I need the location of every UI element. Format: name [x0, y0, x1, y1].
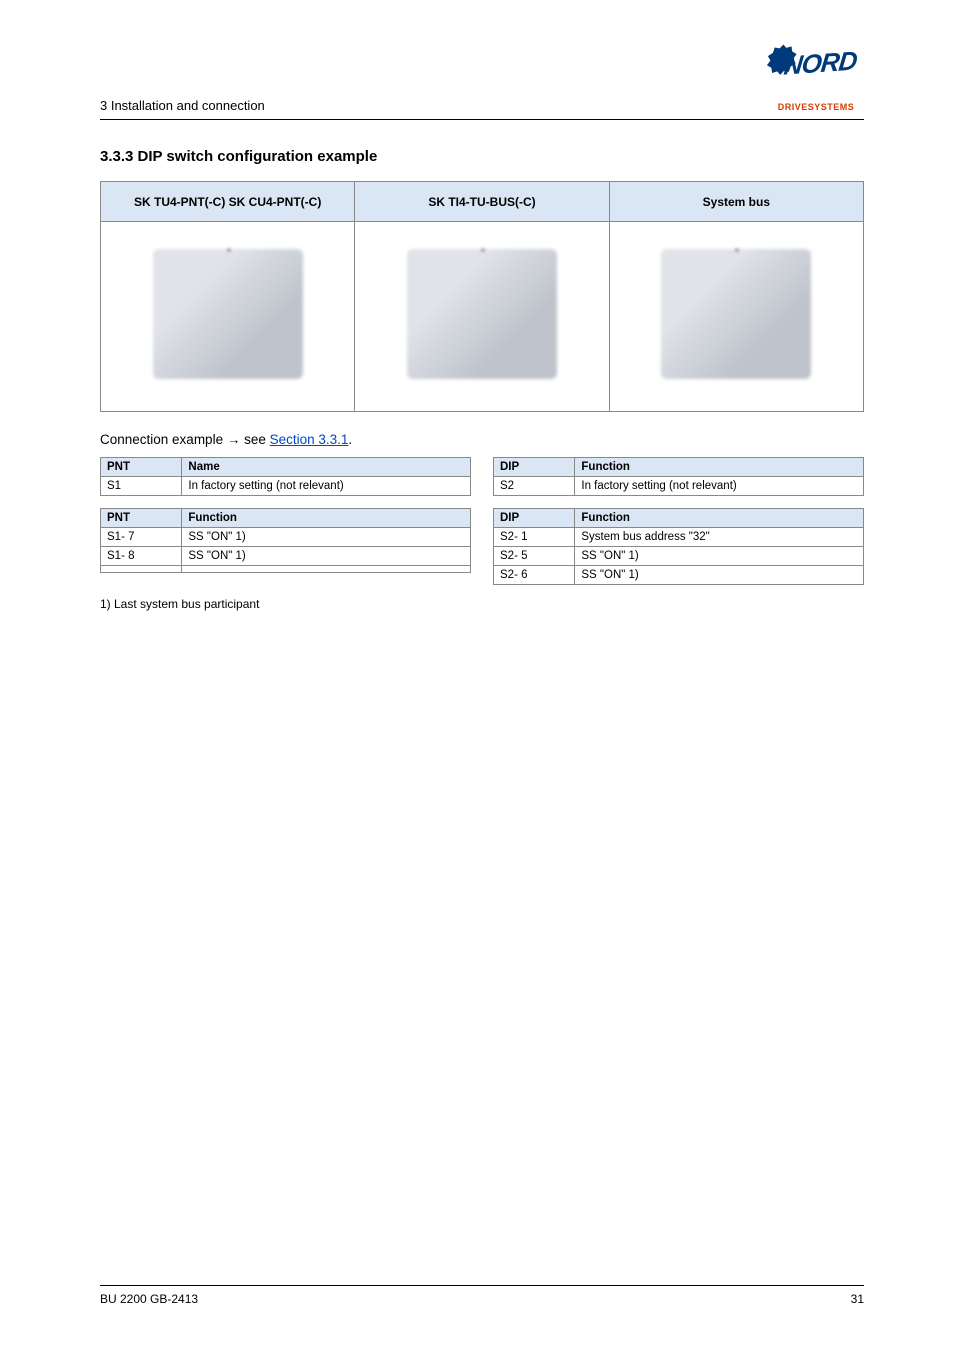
table-row: S1- 8 SS "ON" 1) [101, 547, 471, 566]
table-row: S2- 5 SS "ON" 1) [494, 547, 864, 566]
cell: SS "ON" 1) [182, 528, 471, 547]
cell: S1- 7 [101, 528, 182, 547]
product-image-1 [153, 249, 303, 379]
footnote: 1) Last system bus participant [100, 597, 864, 611]
cell: SS "ON" 1) [575, 566, 864, 585]
divider [100, 1285, 864, 1286]
product-image-table: SK TU4-PNT(-C) SK CU4-PNT(-C) SK TI4-TU-… [100, 181, 864, 412]
pin-cell-3 [609, 222, 863, 412]
dip-table-right-2: DIP Function S2- 1 System bus address "3… [493, 508, 864, 585]
th-function: Function [575, 509, 864, 528]
cell: S1- 8 [101, 547, 182, 566]
cell: In factory setting (not relevant) [575, 477, 864, 496]
cell: SS "ON" 1) [575, 547, 864, 566]
th-dip: DIP [494, 509, 575, 528]
dip-table-left-1: PNT Name S1 In factory setting (not rele… [100, 457, 471, 496]
th-pnt: PNT [101, 509, 182, 528]
brand-logo: NORD DRIVESYSTEMS [768, 40, 864, 112]
cell: In factory setting (not relevant) [182, 477, 471, 496]
th-pnt: PNT [101, 458, 182, 477]
divider [100, 119, 864, 120]
intro-suffix: . [348, 432, 352, 447]
pin-header-1: SK TU4-PNT(-C) SK CU4-PNT(-C) [101, 182, 355, 222]
page-footer: BU 2200 GB-2413 31 [100, 1285, 864, 1306]
intro-prefix: Connection example → see [100, 432, 270, 447]
section-title: 3.3.3 DIP switch configuration example [100, 148, 864, 165]
pin-header-3: System bus [609, 182, 863, 222]
th-function: Function [182, 509, 471, 528]
dip-table-left-2: PNT Function S1- 7 SS "ON" 1) S1- 8 SS "… [100, 508, 471, 573]
dip-table-right-1: DIP Function S2 In factory setting (not … [493, 457, 864, 496]
table-row: S1- 7 SS "ON" 1) [101, 528, 471, 547]
cell [101, 566, 182, 573]
table-row: S1 In factory setting (not relevant) [101, 477, 471, 496]
cell: S2 [494, 477, 575, 496]
cell [182, 566, 471, 573]
product-image-3 [661, 249, 811, 379]
pin-header-2: SK TI4-TU-BUS(-C) [355, 182, 609, 222]
pin-cell-1 [101, 222, 355, 412]
logo-text: NORD [782, 45, 858, 81]
cell: S2- 5 [494, 547, 575, 566]
cell: SS "ON" 1) [182, 547, 471, 566]
table-row [101, 566, 471, 573]
intro-text: Connection example → see Section 3.3.1. [100, 432, 864, 447]
th-dip: DIP [494, 458, 575, 477]
cell: S2- 6 [494, 566, 575, 585]
cell: S2- 1 [494, 528, 575, 547]
product-image-2 [407, 249, 557, 379]
th-name: Name [182, 458, 471, 477]
cell: S1 [101, 477, 182, 496]
cell: System bus address "32" [575, 528, 864, 547]
th-function: Function [575, 458, 864, 477]
footer-doc-id: BU 2200 GB-2413 [100, 1292, 198, 1306]
logo-subtext: DRIVESYSTEMS [768, 102, 864, 112]
section-link[interactable]: Section 3.3.1 [270, 432, 349, 447]
pin-cell-2 [355, 222, 609, 412]
page-number: 31 [851, 1292, 864, 1306]
table-row: S2- 6 SS "ON" 1) [494, 566, 864, 585]
table-row: S2- 1 System bus address "32" [494, 528, 864, 547]
breadcrumb: 3 Installation and connection [100, 40, 265, 113]
table-row: S2 In factory setting (not relevant) [494, 477, 864, 496]
